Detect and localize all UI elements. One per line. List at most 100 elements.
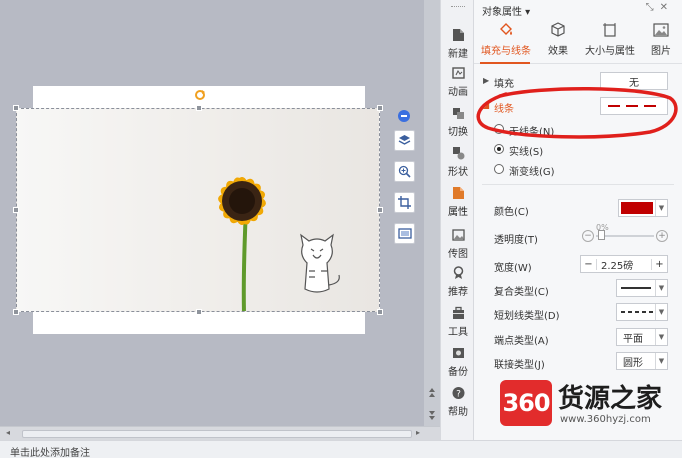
frame-button[interactable] (394, 223, 415, 244)
notes-bar[interactable]: 单击此处添加备注 (0, 440, 682, 458)
radio-label-gradient-line[interactable]: 渐变线(G) (509, 163, 555, 178)
tab-effects[interactable]: 效果 (540, 20, 576, 64)
width-row: 宽度(W) − 2.25磅 + (474, 254, 682, 276)
cap-type-dropdown[interactable]: 平面 ▼ (616, 328, 668, 346)
resize-handle-e[interactable] (377, 207, 383, 213)
crop-button[interactable] (394, 192, 415, 213)
tab-label: 图片 (651, 46, 671, 57)
side-toolstrip: 新建 动画 切换 形状 属性 传图 推荐 工具 备份 ? 帮助 (440, 0, 474, 440)
width-decrement-button[interactable]: − (581, 258, 597, 270)
panel-title[interactable]: 对象属性 ▾ (482, 3, 530, 18)
compound-type-dropdown[interactable]: ▼ (616, 279, 668, 297)
scroll-right-icon[interactable]: ▸ (416, 428, 420, 437)
toolstrip-label: 推荐 (448, 287, 468, 298)
toolstrip-transition[interactable]: 切换 (441, 102, 475, 142)
radio-no-line[interactable] (494, 124, 504, 134)
toolstrip-label: 传图 (448, 249, 468, 260)
width-label: 宽度(W) (494, 263, 532, 274)
watermark: 360 货源之家 www.360hyzj.com (500, 372, 682, 432)
tab-label: 大小与属性 (585, 46, 635, 57)
toolstrip-label: 备份 (448, 367, 468, 378)
transparency-row: 透明度(T) 0% − + (474, 223, 682, 248)
shape-icon (452, 147, 464, 160)
collapse-toolbar-icon[interactable] (398, 110, 410, 122)
dash-type-label: 短划线类型(D) (494, 311, 560, 322)
resize-handle-n[interactable] (196, 105, 202, 111)
tools-icon (452, 306, 464, 319)
line-label: 线条 (494, 104, 514, 115)
toolstrip-new[interactable]: 新建 (441, 24, 475, 64)
layers-button[interactable] (394, 130, 415, 151)
active-tab-indicator (480, 62, 530, 64)
resize-handle-ne[interactable] (377, 105, 383, 111)
notes-placeholder[interactable]: 单击此处添加备注 (10, 444, 90, 458)
slide-canvas[interactable]: ◂ ▸ (0, 0, 440, 440)
radio-solid-line[interactable] (494, 144, 504, 154)
close-icon[interactable]: ✕ (660, 2, 674, 13)
dock-icon[interactable]: ⤡ (646, 2, 660, 13)
join-type-label: 联接类型(J) (494, 360, 545, 371)
transparency-slider-thumb[interactable] (598, 230, 605, 240)
line-style-preview[interactable] (600, 97, 668, 115)
crop-icon (398, 196, 411, 209)
toolstrip-animation[interactable]: 动画 (441, 62, 475, 102)
fill-section-header[interactable]: ▶ 填充 无 (474, 70, 682, 92)
toolstrip-shape[interactable]: 形状 (441, 142, 475, 182)
upload-image-icon (451, 229, 465, 241)
toolstrip-recommend[interactable]: 推荐 (441, 262, 475, 302)
animation-icon (451, 67, 465, 79)
resize-handle-s[interactable] (196, 309, 202, 315)
panel-window-controls: ⤡✕ (646, 2, 674, 13)
toolstrip-upload-image[interactable]: 传图 (441, 224, 475, 264)
zoom-button[interactable] (394, 161, 415, 182)
width-value[interactable]: 2.25磅 (597, 257, 651, 272)
cube-icon (551, 22, 565, 37)
vertical-scrollbar[interactable] (424, 0, 440, 426)
tab-fill-and-line[interactable]: 填充与线条 (478, 20, 534, 64)
scroll-left-icon[interactable]: ◂ (6, 428, 10, 437)
tab-picture[interactable]: 图片 (644, 20, 678, 64)
tab-size-and-properties[interactable]: 大小与属性 (582, 20, 638, 64)
resize-handle-se[interactable] (377, 309, 383, 315)
watermark-url: www.360hyzj.com (560, 414, 651, 425)
width-increment-button[interactable]: + (651, 258, 667, 270)
toolstrip-properties[interactable]: 属性 (441, 182, 475, 222)
backup-icon (452, 348, 464, 358)
resize-handle-nw[interactable] (13, 105, 19, 111)
join-type-dropdown[interactable]: 圆形 ▼ (616, 352, 668, 370)
join-type-row: 联接类型(J) 圆形 ▼ (474, 351, 682, 373)
transparency-plus-icon[interactable]: + (656, 230, 668, 242)
layers-icon (398, 135, 411, 145)
radio-gradient-line[interactable] (494, 164, 504, 174)
width-stepper[interactable]: − 2.25磅 + (580, 255, 668, 273)
chevron-down-icon: ▼ (655, 304, 667, 320)
picture-icon (653, 23, 669, 37)
radio-label-solid-line[interactable]: 实线(S) (509, 143, 543, 158)
radio-label-no-line[interactable]: 无线条(N) (509, 123, 554, 138)
watermark-name: 货源之家 (558, 384, 663, 414)
toolstrip-label: 属性 (448, 207, 468, 218)
selected-picture[interactable] (16, 108, 380, 312)
toolstrip-label: 工具 (448, 327, 468, 338)
rotate-handle-icon[interactable] (194, 89, 206, 101)
watermark-logo: 360 (500, 380, 552, 426)
fill-value-button[interactable]: 无 (600, 72, 668, 90)
toolstrip-help[interactable]: ? 帮助 (441, 382, 475, 422)
toolstrip-backup[interactable]: 备份 (441, 342, 475, 382)
toolstrip-label: 形状 (448, 167, 468, 178)
transparency-minus-icon[interactable]: − (582, 230, 594, 242)
dash-type-dropdown[interactable]: ▼ (616, 303, 668, 321)
join-type-value: 圆形 (623, 357, 643, 369)
chevron-down-icon: ▼ (655, 329, 667, 345)
resize-handle-w[interactable] (13, 207, 19, 213)
line-section-header[interactable]: ◢ 线条 (474, 95, 682, 117)
collapse-caret-icon: ◢ (483, 101, 490, 110)
scroll-page-arrows-icon[interactable] (424, 384, 440, 424)
color-picker[interactable]: ▼ (618, 199, 668, 217)
horizontal-scroll-thumb[interactable] (22, 430, 412, 438)
cap-type-label: 端点类型(A) (494, 336, 549, 347)
toolstrip-tools[interactable]: 工具 (441, 302, 475, 342)
horizontal-scrollbar[interactable]: ◂ ▸ (0, 426, 440, 440)
solid-line-preview-icon (621, 287, 651, 289)
resize-handle-sw[interactable] (13, 309, 19, 315)
